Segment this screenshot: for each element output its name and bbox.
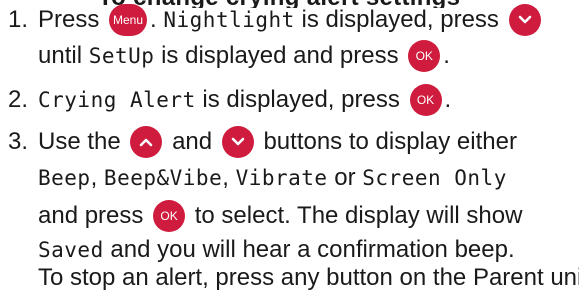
step-text: . (444, 86, 452, 113)
step-text: buttons to display either (263, 128, 517, 155)
step-text: and (172, 128, 213, 155)
lcd-text-crying-alert: Crying Alert (38, 88, 196, 112)
down-button[interactable] (221, 126, 254, 158)
lcd-text-beep: Beep (38, 166, 91, 190)
step-text: until (38, 42, 83, 69)
step-1-line-1: 1. Press Menu . Nightlight is displayed,… (8, 0, 544, 40)
note-text: To stop an alert, press any button on th… (38, 264, 579, 291)
lcd-text-beep-vibe: Beep&Vibe (103, 166, 223, 190)
ok-button-label: OK (415, 49, 433, 63)
step-text: . (150, 6, 157, 33)
step-text: or (334, 164, 356, 191)
menu-button-label: Menu (113, 13, 144, 27)
step-text: is displayed, press (202, 86, 400, 113)
lcd-text-nightlight: Nightlight (163, 8, 295, 32)
step-3-line-2: Beep, Beep&Vibe, Vibrate or Screen Only (38, 158, 507, 198)
lcd-text-vibrate: Vibrate (235, 166, 328, 190)
step-number: 3. (8, 128, 29, 155)
lcd-text-screen-only: Screen Only (362, 166, 507, 190)
step-text: . (443, 42, 450, 69)
step-text: Press (38, 6, 100, 33)
step-1-line-2: until SetUp is displayed and press OK . (38, 36, 450, 76)
step-3-line-1: 3. Use the and buttons to display either (8, 122, 517, 162)
lcd-text-setup: SetUp (88, 44, 155, 68)
note-line: To stop an alert, press any button on th… (38, 258, 579, 298)
step-text: is displayed and press (161, 42, 399, 69)
separator: , (222, 164, 229, 191)
step-number: 1. (8, 6, 29, 33)
chevron-down-icon (231, 137, 245, 146)
separator: , (90, 164, 98, 191)
menu-button[interactable]: Menu (109, 4, 148, 36)
ok-button-label: OK (416, 93, 435, 107)
down-button[interactable] (508, 4, 541, 36)
up-button[interactable] (130, 126, 163, 158)
chevron-up-icon (140, 138, 153, 147)
chevron-down-icon (518, 15, 531, 24)
ok-button[interactable]: OK (408, 40, 441, 72)
ok-button[interactable]: OK (409, 84, 442, 116)
step-text: is displayed, press (301, 6, 499, 33)
instructions-document: To change crying alert settings 1. Press… (0, 0, 579, 291)
ok-button[interactable]: OK (153, 200, 186, 232)
step-text: Use the (38, 128, 121, 155)
step-2-line-1: 2. Crying Alert is displayed, press OK . (8, 80, 451, 120)
step-number: 2. (8, 86, 29, 113)
